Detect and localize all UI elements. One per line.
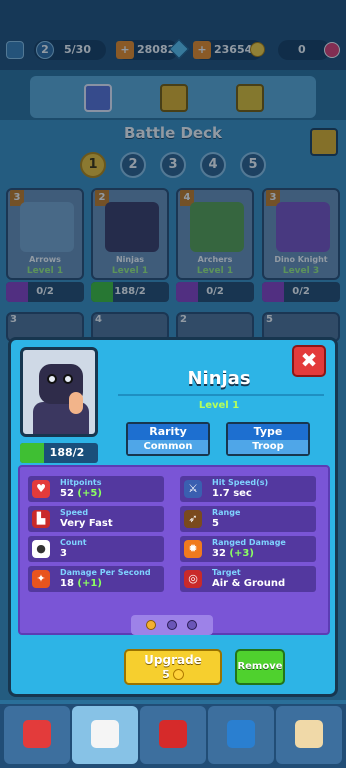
rarity-box: Rarity Common bbox=[126, 422, 210, 456]
nav-shop[interactable] bbox=[4, 706, 70, 764]
boxing-gloves-icon bbox=[159, 720, 187, 748]
type-label: Type bbox=[228, 424, 308, 440]
nav-clan[interactable] bbox=[208, 706, 274, 764]
page-dot-2[interactable] bbox=[167, 620, 177, 630]
nav-battle[interactable] bbox=[140, 706, 206, 764]
sword-icon: ⚔ bbox=[184, 480, 202, 498]
nav-quests[interactable] bbox=[276, 706, 342, 764]
shop-icon bbox=[23, 720, 51, 748]
rarity-value: Common bbox=[128, 440, 208, 454]
cards-progress-bar: 188/2 bbox=[20, 443, 98, 463]
person-icon: ● bbox=[32, 540, 50, 558]
stat-hitpoints: ♥ Hitpoints 52 (+5) bbox=[28, 476, 164, 502]
upgrade-cost: 5 bbox=[162, 668, 170, 681]
rarity-label: Rarity bbox=[128, 424, 208, 440]
stat-dps: ✦ Damage Per Second 18 (+1) bbox=[28, 566, 164, 592]
name-divider bbox=[118, 394, 324, 396]
stat-target: ◎ Target Air & Ground bbox=[180, 566, 316, 592]
remove-button[interactable]: Remove bbox=[235, 649, 285, 685]
coin-icon bbox=[172, 669, 184, 680]
stat-ranged-damage: ✹ Ranged Damage 32 (+3) bbox=[180, 536, 316, 562]
fire-icon: ✦ bbox=[32, 570, 50, 588]
stat-speed: ▙ Speed Very Fast bbox=[28, 506, 164, 532]
explosion-icon: ✹ bbox=[184, 540, 202, 558]
type-box: Type Troop bbox=[226, 422, 310, 456]
stat-range: ➶ Range 5 bbox=[180, 506, 316, 532]
boot-icon: ▙ bbox=[32, 510, 50, 528]
unit-name: Ninjas bbox=[187, 368, 251, 389]
cards-progress-text: 188/2 bbox=[49, 446, 85, 459]
arrow-up-icon bbox=[20, 443, 44, 463]
stat-count: ● Count 3 bbox=[28, 536, 164, 562]
page-indicator bbox=[131, 615, 213, 635]
nav-cards[interactable] bbox=[72, 706, 138, 764]
unit-level: Level 1 bbox=[198, 400, 240, 411]
type-value: Troop bbox=[228, 440, 308, 454]
heart-icon: ♥ bbox=[32, 480, 50, 498]
page-dot-3[interactable] bbox=[187, 620, 197, 630]
ninjas-portrait bbox=[20, 347, 98, 437]
target-icon: ◎ bbox=[184, 570, 202, 588]
stat-hit-speed: ⚔ Hit Speed(s) 1.7 sec bbox=[180, 476, 316, 502]
scroll-icon bbox=[295, 720, 323, 748]
upgrade-label: Upgrade bbox=[144, 653, 202, 667]
bow-icon: ➶ bbox=[184, 510, 202, 528]
cards-icon bbox=[91, 720, 119, 748]
shield-icon bbox=[227, 720, 255, 748]
page-dot-1[interactable] bbox=[146, 620, 156, 630]
upgrade-button[interactable]: Upgrade 5 bbox=[124, 649, 222, 685]
